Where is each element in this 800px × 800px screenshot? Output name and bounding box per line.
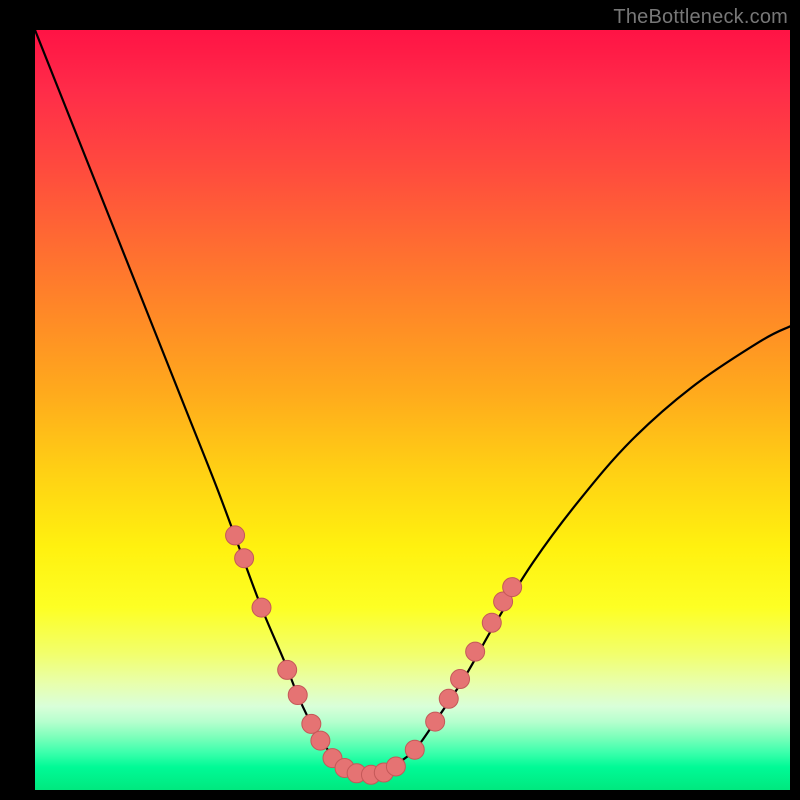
curve-marker xyxy=(288,686,307,705)
curve-marker xyxy=(426,712,445,731)
curve-marker xyxy=(386,757,405,776)
curve-marker xyxy=(503,578,522,597)
watermark-text: TheBottleneck.com xyxy=(613,6,788,29)
curve-marker xyxy=(466,642,485,661)
curve-marker xyxy=(439,689,458,708)
curve-marker xyxy=(482,613,501,632)
bottleneck-curve xyxy=(35,30,790,776)
curve-marker xyxy=(405,740,424,759)
curve-markers xyxy=(226,526,522,784)
curve-marker xyxy=(302,714,321,733)
curve-marker xyxy=(235,549,254,568)
curve-marker xyxy=(311,731,330,750)
curve-marker xyxy=(451,670,470,689)
curve-layer xyxy=(35,30,790,790)
curve-marker xyxy=(278,660,297,679)
chart-stage: TheBottleneck.com xyxy=(0,0,800,800)
curve-marker xyxy=(252,598,271,617)
curve-marker xyxy=(226,526,245,545)
plot-area xyxy=(35,30,790,790)
